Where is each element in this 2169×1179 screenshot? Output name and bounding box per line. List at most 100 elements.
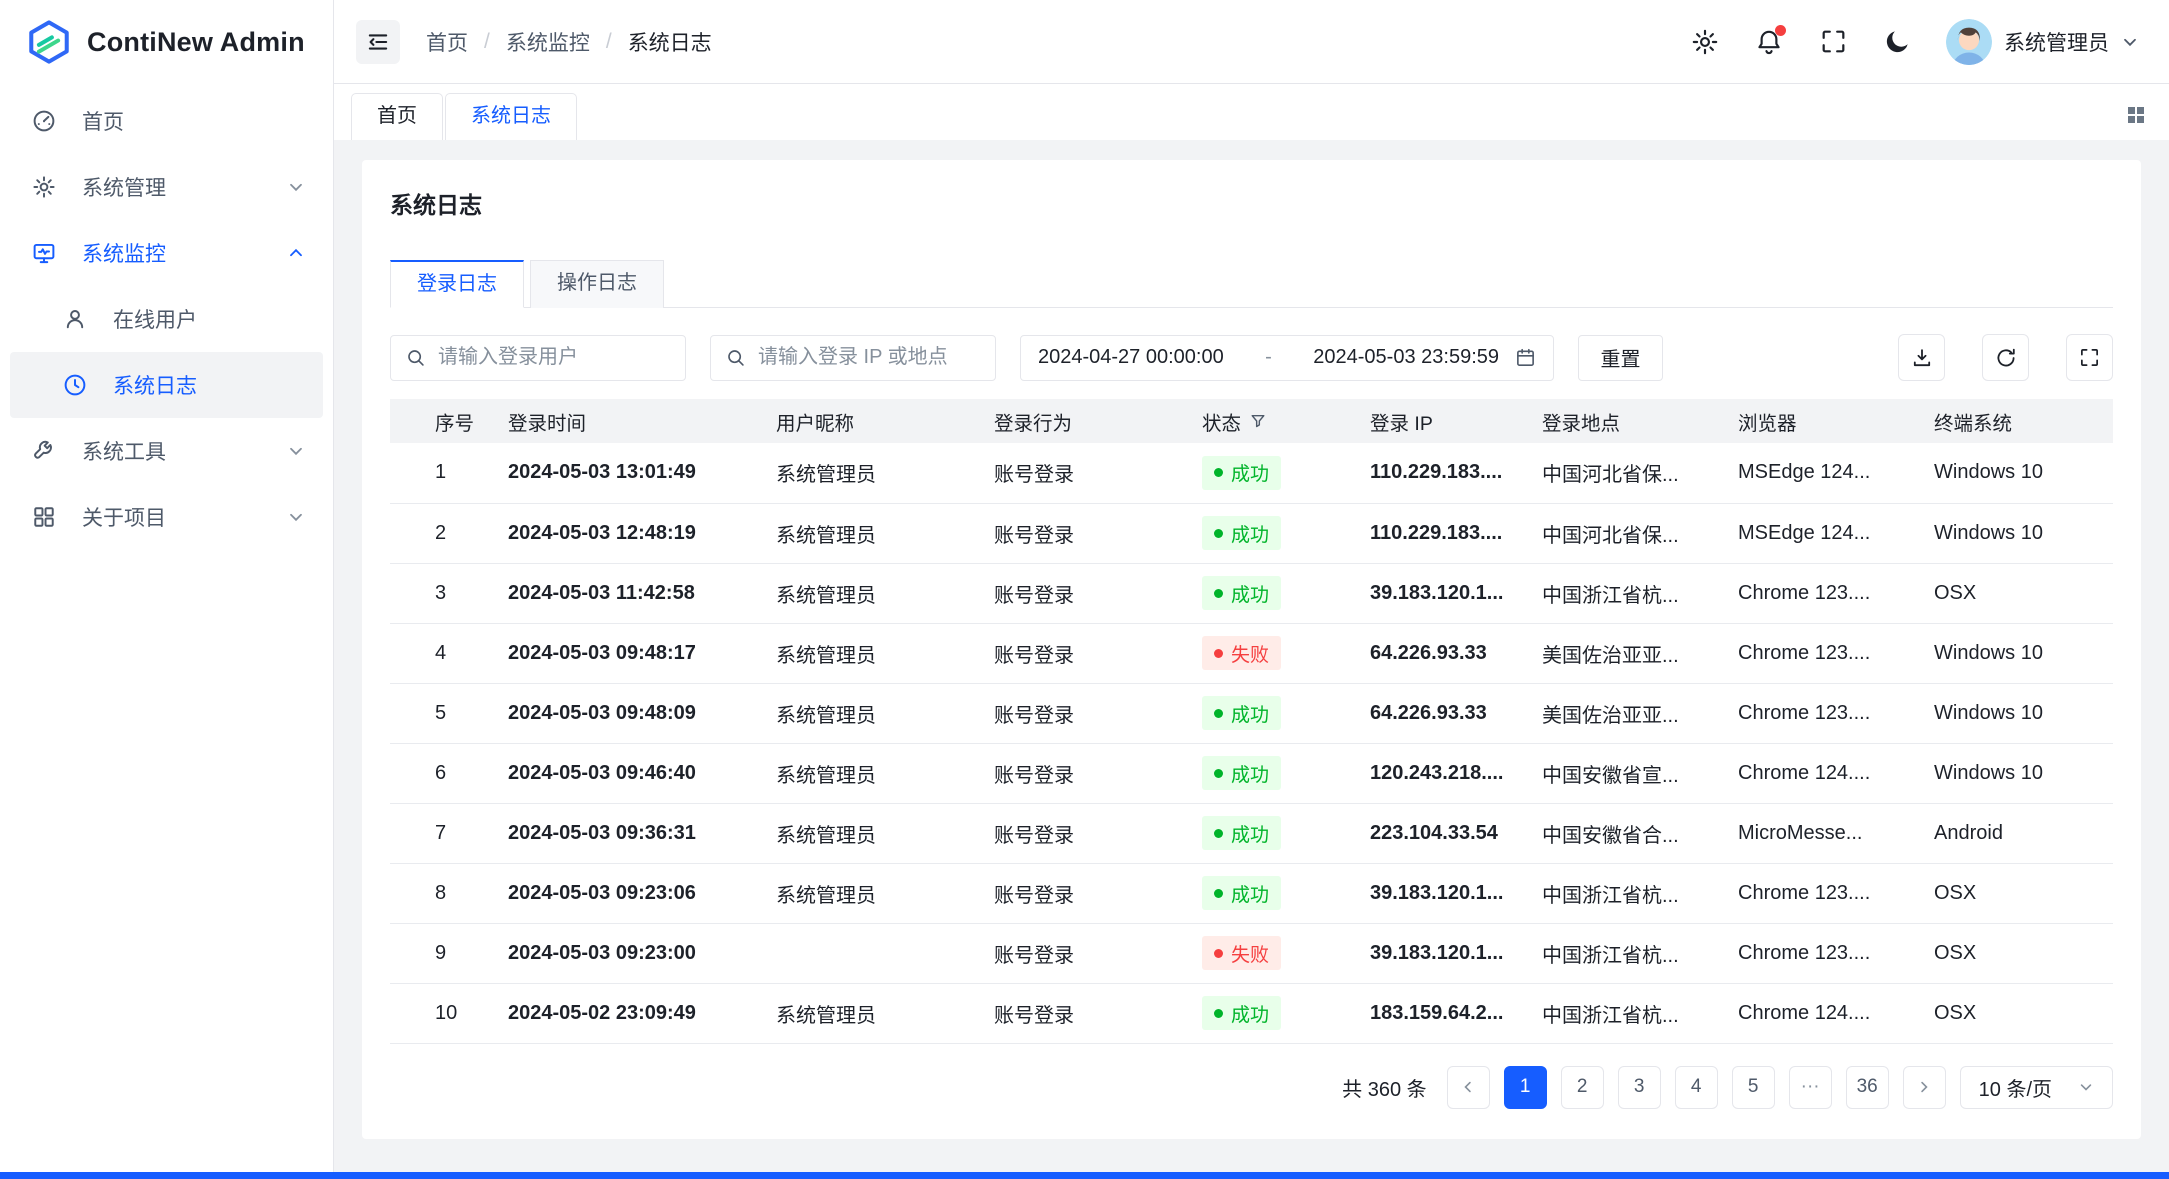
table-row[interactable]: 92024-05-03 09:23:00账号登录失败39.183.120.1..… xyxy=(390,923,2113,983)
date-range-picker[interactable]: 2024-04-27 00:00:00 - 2024-05-03 23:59:5… xyxy=(1020,335,1554,381)
login-user-input[interactable] xyxy=(438,346,670,369)
status-badge: 成功 xyxy=(1202,576,1281,610)
pagination-total: 共 360 条 xyxy=(1342,1073,1426,1102)
cell-no: 6 xyxy=(390,743,508,803)
sidebar-item-label: 在线用户 xyxy=(113,304,197,334)
cell-no: 5 xyxy=(390,683,508,743)
cell-status: 成功 xyxy=(1202,983,1370,1043)
pagination-page-3[interactable]: 3 xyxy=(1618,1066,1661,1109)
settings-button[interactable] xyxy=(1690,27,1720,57)
cell-time: 2024-05-03 09:36:31 xyxy=(508,803,776,863)
sidebar-collapse-button[interactable] xyxy=(356,20,400,64)
sidebar-item-label: 关于项目 xyxy=(82,502,166,532)
cell-time: 2024-05-03 13:01:49 xyxy=(508,443,776,503)
filter-funnel-icon[interactable] xyxy=(1250,413,1266,429)
status-badge: 成功 xyxy=(1202,816,1281,850)
table-fullscreen-button[interactable] xyxy=(2066,334,2113,381)
cell-ip: 39.183.120.1... xyxy=(1370,863,1542,923)
user-menu[interactable]: 系统管理员 xyxy=(1946,19,2139,65)
notifications-button[interactable] xyxy=(1754,27,1784,57)
system-log-card: 系统日志 登录日志 操作日志 xyxy=(362,160,2141,1139)
table-row[interactable]: 82024-05-03 09:23:06系统管理员账号登录成功39.183.12… xyxy=(390,863,2113,923)
login-user-search[interactable] xyxy=(390,335,686,381)
cell-time: 2024-05-03 12:48:19 xyxy=(508,503,776,563)
tab-actions-grid-icon[interactable] xyxy=(2125,104,2147,126)
cell-ip: 64.226.93.33 xyxy=(1370,683,1542,743)
pagination-page-4[interactable]: 4 xyxy=(1675,1066,1718,1109)
login-ip-search[interactable] xyxy=(710,335,996,381)
col-header-status-label: 状态 xyxy=(1202,407,1241,436)
table-row[interactable]: 52024-05-03 09:48:09系统管理员账号登录成功64.226.93… xyxy=(390,683,2113,743)
cell-nickname: 系统管理员 xyxy=(776,743,994,803)
cell-ip: 120.243.218.... xyxy=(1370,743,1542,803)
cell-os: Windows 10 xyxy=(1934,743,2113,803)
cell-no: 9 xyxy=(390,923,508,983)
sidebar-item-system-monitor[interactable]: 系统监控 xyxy=(10,220,323,286)
table-row[interactable]: 32024-05-03 11:42:58系统管理员账号登录成功39.183.12… xyxy=(390,563,2113,623)
cell-location: 中国浙江省杭... xyxy=(1542,563,1738,623)
tab-home[interactable]: 首页 xyxy=(351,93,443,140)
cell-location: 中国浙江省杭... xyxy=(1542,923,1738,983)
status-badge: 成功 xyxy=(1202,456,1281,490)
table-row[interactable]: 62024-05-03 09:46:40系统管理员账号登录成功120.243.2… xyxy=(390,743,2113,803)
tab-operation-logs[interactable]: 操作日志 xyxy=(530,260,664,308)
export-button[interactable] xyxy=(1898,334,1945,381)
cell-action: 账号登录 xyxy=(994,863,1202,923)
page-size-select[interactable]: 10 条/页 xyxy=(1960,1066,2113,1109)
sidebar-item-about-project[interactable]: 关于项目 xyxy=(10,484,323,550)
pagination-page-5[interactable]: 5 xyxy=(1732,1066,1775,1109)
table-row[interactable]: 72024-05-03 09:36:31系统管理员账号登录成功223.104.3… xyxy=(390,803,2113,863)
table-row[interactable]: 22024-05-03 12:48:19系统管理员账号登录成功110.229.1… xyxy=(390,503,2113,563)
cell-ip: 223.104.33.54 xyxy=(1370,803,1542,863)
cell-time: 2024-05-02 23:09:49 xyxy=(508,983,776,1043)
reset-button[interactable]: 重置 xyxy=(1578,335,1663,381)
cell-location: 中国河北省保... xyxy=(1542,503,1738,563)
pagination-page-36[interactable]: 36 xyxy=(1846,1066,1889,1109)
pagination-ellipsis[interactable]: ··· xyxy=(1789,1066,1832,1109)
pagination-prev-button[interactable] xyxy=(1447,1066,1490,1109)
pagination-page-1[interactable]: 1 xyxy=(1504,1066,1547,1109)
breadcrumb-item-monitor[interactable]: 系统监控 xyxy=(506,27,590,57)
table-row[interactable]: 12024-05-03 13:01:49系统管理员账号登录成功110.229.1… xyxy=(390,443,2113,503)
table-row[interactable]: 102024-05-02 23:09:49系统管理员账号登录成功183.159.… xyxy=(390,983,2113,1043)
cell-os: Windows 10 xyxy=(1934,503,2113,563)
dark-mode-button[interactable] xyxy=(1882,27,1912,57)
breadcrumb-item-home[interactable]: 首页 xyxy=(426,27,468,57)
cell-action: 账号登录 xyxy=(994,563,1202,623)
login-log-table: 序号 登录时间 用户昵称 登录行为 状态 xyxy=(390,399,2113,1044)
cell-status: 成功 xyxy=(1202,503,1370,563)
cell-action: 账号登录 xyxy=(994,503,1202,563)
cell-os: Windows 10 xyxy=(1934,443,2113,503)
tab-system-logs[interactable]: 系统日志 xyxy=(445,93,577,140)
main-content: 系统日志 登录日志 操作日志 xyxy=(334,140,2169,1172)
sidebar-item-system-tools[interactable]: 系统工具 xyxy=(10,418,323,484)
sidebar-item-system-management[interactable]: 系统管理 xyxy=(10,154,323,220)
chevron-down-icon xyxy=(2078,1079,2094,1095)
status-dot xyxy=(1214,529,1223,538)
cell-time: 2024-05-03 09:48:17 xyxy=(508,623,776,683)
cell-nickname: 系统管理员 xyxy=(776,683,994,743)
clock-icon xyxy=(63,373,87,397)
fullscreen-button[interactable] xyxy=(1818,27,1848,57)
calendar-icon xyxy=(1515,347,1536,368)
login-ip-input[interactable] xyxy=(758,346,980,369)
cell-location: 中国浙江省杭... xyxy=(1542,863,1738,923)
sidebar-item-home[interactable]: 首页 xyxy=(10,88,323,154)
sidebar-item-system-logs[interactable]: 系统日志 xyxy=(10,352,323,418)
status-badge: 成功 xyxy=(1202,696,1281,730)
filter-toolbar: 2024-04-27 00:00:00 - 2024-05-03 23:59:5… xyxy=(390,334,2113,381)
cell-time: 2024-05-03 11:42:58 xyxy=(508,563,776,623)
table-row[interactable]: 42024-05-03 09:48:17系统管理员账号登录失败64.226.93… xyxy=(390,623,2113,683)
cell-status: 成功 xyxy=(1202,443,1370,503)
cell-no: 7 xyxy=(390,803,508,863)
sidebar-item-online-users[interactable]: 在线用户 xyxy=(10,286,323,352)
status-badge: 成功 xyxy=(1202,996,1281,1030)
refresh-button[interactable] xyxy=(1982,334,2029,381)
sidebar-item-label: 系统工具 xyxy=(82,436,166,466)
pagination-next-button[interactable] xyxy=(1903,1066,1946,1109)
col-header-browser: 浏览器 xyxy=(1738,399,1934,443)
cell-location: 中国安徽省宣... xyxy=(1542,743,1738,803)
pagination-page-2[interactable]: 2 xyxy=(1561,1066,1604,1109)
tab-login-logs[interactable]: 登录日志 xyxy=(390,260,524,308)
status-dot xyxy=(1214,649,1223,658)
